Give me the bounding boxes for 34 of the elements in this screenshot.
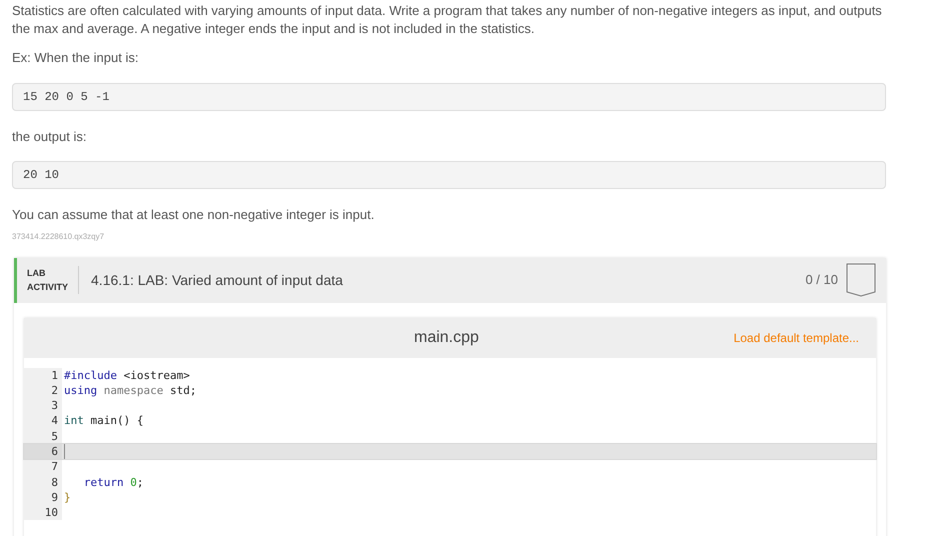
example-output-label: the output is: [12, 128, 88, 146]
code-token: return [82, 474, 124, 490]
code-token: int [64, 413, 84, 429]
lab-title: 4.16.1: LAB: Varied amount of input data [91, 270, 343, 290]
problem-description: Statistics are often calculated with varying amounts of input data. Write a program that takes any number of non-negative integers as input, and outputs the max and average. A negative integer ends the input and is not included in the statistics. [12, 2, 883, 38]
filename: main.cpp [414, 328, 479, 348]
line-number: 1 [24, 368, 62, 383]
activity-label: ACTIVITY [27, 281, 68, 294]
code-token: using [64, 382, 98, 398]
code-token: <iostream> [122, 368, 190, 383]
line-number: 9 [24, 490, 62, 506]
score: 0 / 10 [805, 271, 838, 290]
code-token: std; [168, 382, 196, 398]
example-input-label: Ex: When the input is: [12, 49, 140, 67]
code-token: 0 [129, 474, 137, 490]
line-number: 6 [24, 444, 62, 460]
line-number: 3 [24, 398, 62, 414]
code-token: #include [64, 368, 117, 383]
lab-label: LAB [27, 267, 46, 280]
text-cursor [64, 444, 65, 459]
problem-id: 373414.2228610.qx3zqy7 [12, 230, 106, 242]
code-token: ; [136, 474, 144, 490]
line-number: 4 [24, 413, 62, 429]
example-input-box: 15 20 0 5 -1 [12, 82, 886, 110]
line-number: 5 [24, 428, 62, 444]
code-token: main() { [89, 413, 144, 429]
line-number: 8 [24, 474, 62, 490]
code-token: namespace [102, 382, 164, 398]
assumption-note: You can assume that at least one non-negative integer is input. [12, 206, 376, 224]
code-token: } [64, 490, 71, 506]
line-number: 10 [24, 505, 62, 520]
example-output-box: 20 10 [12, 161, 886, 189]
line-number: 2 [24, 382, 62, 398]
line-number: 7 [24, 459, 62, 475]
